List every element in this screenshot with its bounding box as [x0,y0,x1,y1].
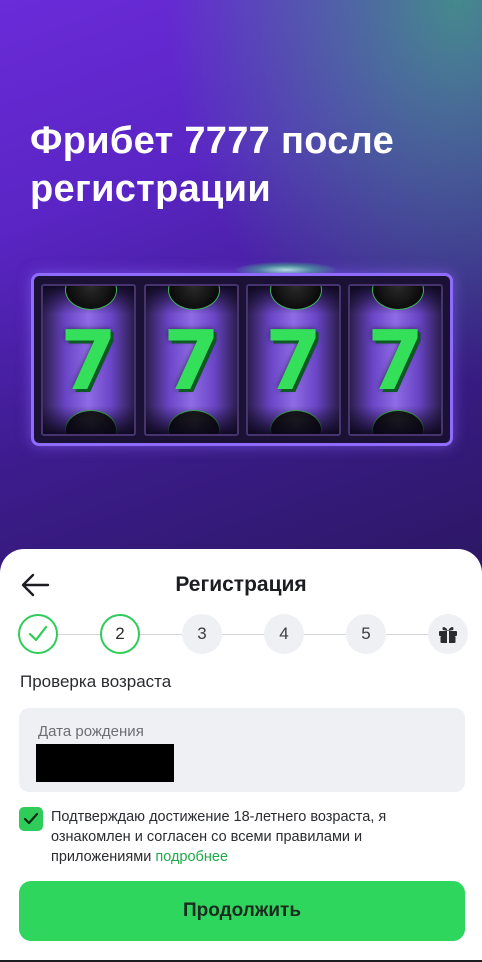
step-3: 3 [182,614,222,654]
step-bonus [428,614,468,654]
age-check-heading: Проверка возраста [20,672,172,691]
promo-title: Фрибет 7777 после регистрации [30,120,395,210]
step-divider [58,634,100,635]
continue-button[interactable]: Продолжить [19,881,465,941]
step-divider [304,634,346,635]
page-title: Регистрация [175,573,307,596]
step-divider [386,634,428,635]
step-4: 4 [264,614,304,654]
step-2-current: 2 [100,614,140,654]
age-consent-checkbox[interactable] [19,807,43,831]
check-icon [28,625,48,642]
consent-text: Подтверждаю достижение 18-летнего возрас… [51,807,461,867]
step-5: 5 [346,614,386,654]
basketball-icon [270,410,322,434]
slot-reel: 7 [246,284,341,436]
step-1-completed [18,614,58,654]
slot-reel: 7 [41,284,136,436]
slot-symbol: 7 [366,314,425,409]
soccer-ball-icon [168,410,220,434]
slot-reel: 7 [348,284,443,436]
slot-reel: 7 [144,284,239,436]
soccer-ball-icon [270,286,322,310]
check-icon [23,812,39,825]
hockey-puck-icon [65,410,117,434]
slot-machine-image: 7 7 7 7 [31,273,453,446]
slot-symbol: 7 [162,314,221,409]
hockey-puck-icon [168,286,220,310]
gift-icon [439,627,457,643]
step-divider [222,634,264,635]
slot-symbol: 7 [59,314,118,409]
birthdate-label: Дата рождения [38,723,144,740]
details-link[interactable]: подробнее [155,849,228,865]
birthdate-value[interactable] [36,744,174,782]
step-divider [140,634,182,635]
slot-symbol: 7 [264,314,323,409]
promo-banner: Фрибет 7777 после регистрации 7 7 7 7 [0,0,482,600]
hockey-puck-icon [65,286,117,310]
birthdate-field[interactable]: Дата рождения [19,708,465,792]
hockey-puck-icon [372,410,424,434]
registration-stepper: 2 3 4 5 [18,614,468,656]
registration-sheet: Регистрация 2 3 4 5 Проверка возраста Да… [0,549,482,962]
basketball-icon [372,286,424,310]
